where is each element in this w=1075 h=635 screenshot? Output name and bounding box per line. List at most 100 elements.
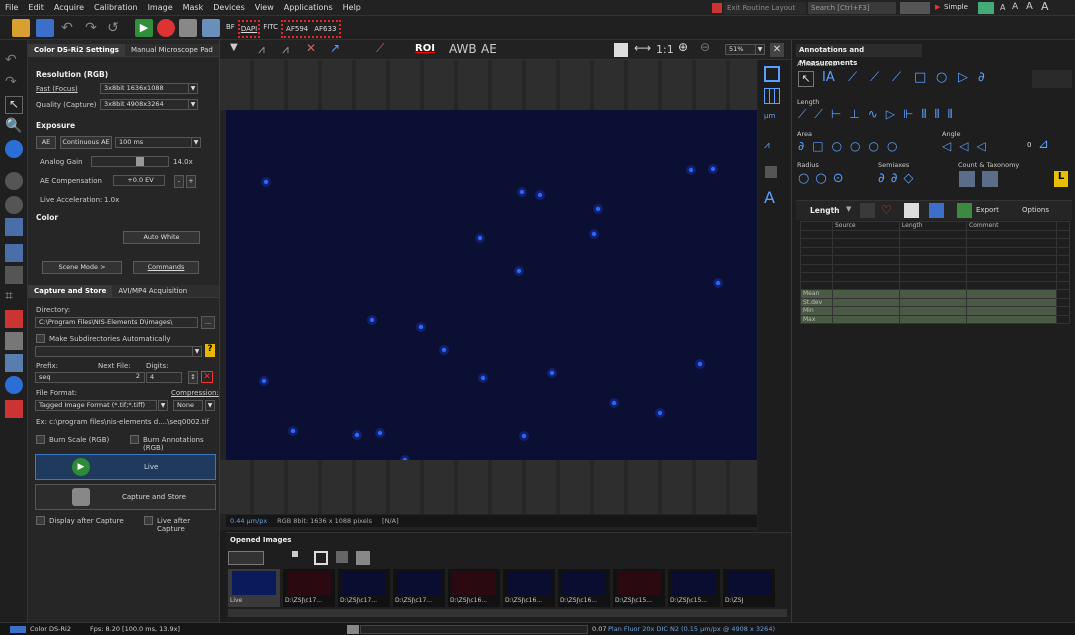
image-canvas[interactable]: µm ⩘ A — [220, 60, 791, 530]
undo-side-icon[interactable]: ↶ — [5, 52, 23, 70]
fluorescence-image[interactable] — [226, 110, 757, 460]
manual-mode-icon[interactable] — [5, 218, 23, 236]
freehand-icon[interactable]: ∂ — [978, 70, 985, 85]
continuous-ae-button[interactable]: Continuous AE — [60, 136, 112, 149]
semi-ellipse-icon[interactable]: ∂ — [878, 171, 885, 186]
zoom-select[interactable]: 51% — [725, 44, 757, 55]
undo-icon[interactable]: ↶ — [58, 19, 76, 37]
xl-thumb-icon[interactable] — [356, 551, 370, 565]
thumbnail-item[interactable]: D:\ZSJ\c17... — [393, 569, 445, 607]
count-icon[interactable] — [959, 171, 975, 187]
menu-image[interactable]: Image — [143, 3, 178, 12]
quality-dropdown-icon[interactable]: ▼ — [188, 99, 198, 110]
subdir-dropdown-icon[interactable]: ▼ — [192, 346, 202, 357]
length-arrow-icon[interactable]: ▷ — [886, 107, 895, 122]
radius-circle3-icon[interactable]: ⊙ — [833, 171, 844, 186]
fast-dropdown-icon[interactable]: ▼ — [188, 83, 198, 94]
format-dropdown-icon[interactable]: ▼ — [158, 400, 168, 411]
length-select[interactable]: Length — [810, 206, 840, 215]
options-button[interactable]: Options — [1022, 206, 1049, 214]
burn-annotations-checkbox[interactable] — [130, 435, 139, 444]
thumbnail-item[interactable]: D:\ZSJ\c16... — [503, 569, 555, 607]
exposure-dropdown-icon[interactable]: ▼ — [191, 137, 201, 148]
awb-button[interactable]: AWB — [449, 42, 477, 56]
file-format-select[interactable]: Tagged Image Format (*.tif;*.tiff) — [35, 400, 157, 411]
length-dropdown-icon[interactable]: ▼ — [846, 205, 851, 213]
length-tools[interactable]: ⟋ ⟋ ⊢ ⊥ ∿ ▷ ⊩ ⫴ ⫴ ⫴ — [798, 107, 953, 122]
fast-resolution-select[interactable]: 3x8bit 1636x1088 — [100, 83, 190, 94]
heart-icon[interactable]: ♡ — [881, 203, 896, 218]
live-after-checkbox[interactable] — [144, 516, 153, 525]
menu-mask[interactable]: Mask — [178, 3, 209, 12]
menu-edit[interactable]: Edit — [23, 3, 49, 12]
semi-ellipse2-icon[interactable]: ∂ — [891, 171, 898, 186]
compression-select[interactable]: None — [173, 400, 203, 411]
layer-icon[interactable] — [5, 266, 23, 284]
font-size-a2[interactable]: A — [1012, 2, 1018, 12]
layout-list-icon[interactable] — [228, 551, 264, 565]
fit-icon[interactable] — [614, 43, 628, 57]
roi-button[interactable]: ROI — [415, 43, 435, 54]
semiaxes-tools[interactable]: ∂ ∂ ◇ — [878, 171, 913, 186]
cross-icon[interactable]: ✕ — [306, 41, 316, 55]
width-fit-icon[interactable]: ⟷ — [634, 41, 651, 55]
thumbnail-scrollbar[interactable] — [228, 609, 787, 617]
area-rect-icon[interactable]: □ — [812, 139, 823, 153]
semi-rotated-icon[interactable]: ◇ — [903, 171, 913, 186]
tab-color-settings[interactable]: Color DS-Ri2 Settings — [28, 43, 125, 57]
histogram-icon[interactable]: ⩘ — [258, 42, 265, 57]
line-icon[interactable]: ⟋ — [892, 70, 901, 85]
menu-devices[interactable]: Devices — [208, 3, 250, 12]
length-curve-icon[interactable]: ∿ — [868, 107, 878, 122]
length-height-icon[interactable]: ⫴ — [948, 107, 953, 122]
thumbnail-item[interactable]: D:\ZSJ\c16... — [448, 569, 500, 607]
capture-hand-icon[interactable] — [5, 310, 23, 328]
exposure-time-select[interactable]: 100 ms — [115, 137, 193, 148]
thumbnail-item[interactable]: D:\ZSJ\c17... — [283, 569, 335, 607]
thumbnail-item[interactable]: D:\ZSJ\c17... — [338, 569, 390, 607]
area-spline-icon[interactable]: ○ — [869, 139, 879, 153]
capture-store-button[interactable]: Capture and Store — [35, 484, 216, 510]
pen-icon[interactable]: ⟋ — [848, 70, 857, 85]
taxonomy-icon[interactable] — [982, 171, 998, 187]
length-v-icon[interactable]: ⊥ — [849, 107, 859, 122]
length-distance-icon[interactable]: ⫴ — [935, 107, 940, 122]
profile-icon[interactable]: ⩘ — [764, 140, 770, 151]
radius-circle2-icon[interactable]: ○ — [815, 171, 826, 186]
scale-bar-unit[interactable]: µm — [764, 112, 775, 120]
length-parallel-icon[interactable]: ⫴ — [921, 107, 926, 122]
menu-file[interactable]: File — [0, 3, 23, 12]
small-thumb-icon[interactable] — [292, 551, 298, 557]
ae-increase-button[interactable]: + — [186, 175, 196, 188]
square-view-icon[interactable] — [764, 66, 780, 82]
exit-layout-button[interactable]: Exit Routine Layout — [724, 2, 806, 14]
commands-button[interactable]: Commands — [133, 261, 199, 274]
rectangle-icon[interactable]: □ — [914, 70, 926, 85]
tab-avi-acquisition[interactable]: AVI/MP4 Acquisition — [112, 285, 193, 298]
menu-calibration[interactable]: Calibration — [89, 3, 143, 12]
redo-icon[interactable]: ↷ — [82, 19, 100, 37]
menu-acquire[interactable]: Acquire — [49, 3, 89, 12]
redo-side-icon[interactable]: ↷ — [5, 74, 23, 92]
menu-view[interactable]: View — [250, 3, 279, 12]
digits-input[interactable]: 4 — [146, 372, 182, 383]
scale-bar-icon[interactable] — [5, 332, 23, 350]
area-tools[interactable]: ∂ □ ○ ○ ○ ○ — [798, 139, 898, 153]
settings-icon[interactable] — [5, 376, 23, 394]
open-folder-icon[interactable] — [12, 19, 30, 37]
select-icon[interactable]: ↖ — [798, 71, 814, 87]
color-picker-button[interactable] — [900, 2, 930, 14]
next-file-input[interactable]: 2 — [118, 372, 143, 383]
burn-scale-checkbox[interactable] — [36, 435, 45, 444]
thumbnail-item[interactable]: D:\ZSJ\c16... — [558, 569, 610, 607]
overlay-icon[interactable] — [765, 166, 777, 178]
arrow-tool-icon[interactable]: ↗ — [330, 41, 340, 55]
col-comment[interactable]: Comment — [966, 221, 1057, 231]
area-freehand-icon[interactable]: ∂ — [798, 139, 804, 153]
thumbnail-item[interactable]: D:\ZSJ\c15... — [668, 569, 720, 607]
font-size-a1[interactable]: A — [1000, 3, 1005, 12]
area-poly-icon[interactable]: ○ — [850, 139, 860, 153]
analog-gain-slider[interactable] — [91, 156, 169, 167]
length-h-icon[interactable]: ⊢ — [831, 107, 841, 122]
subdir-pattern-select[interactable] — [35, 346, 195, 357]
